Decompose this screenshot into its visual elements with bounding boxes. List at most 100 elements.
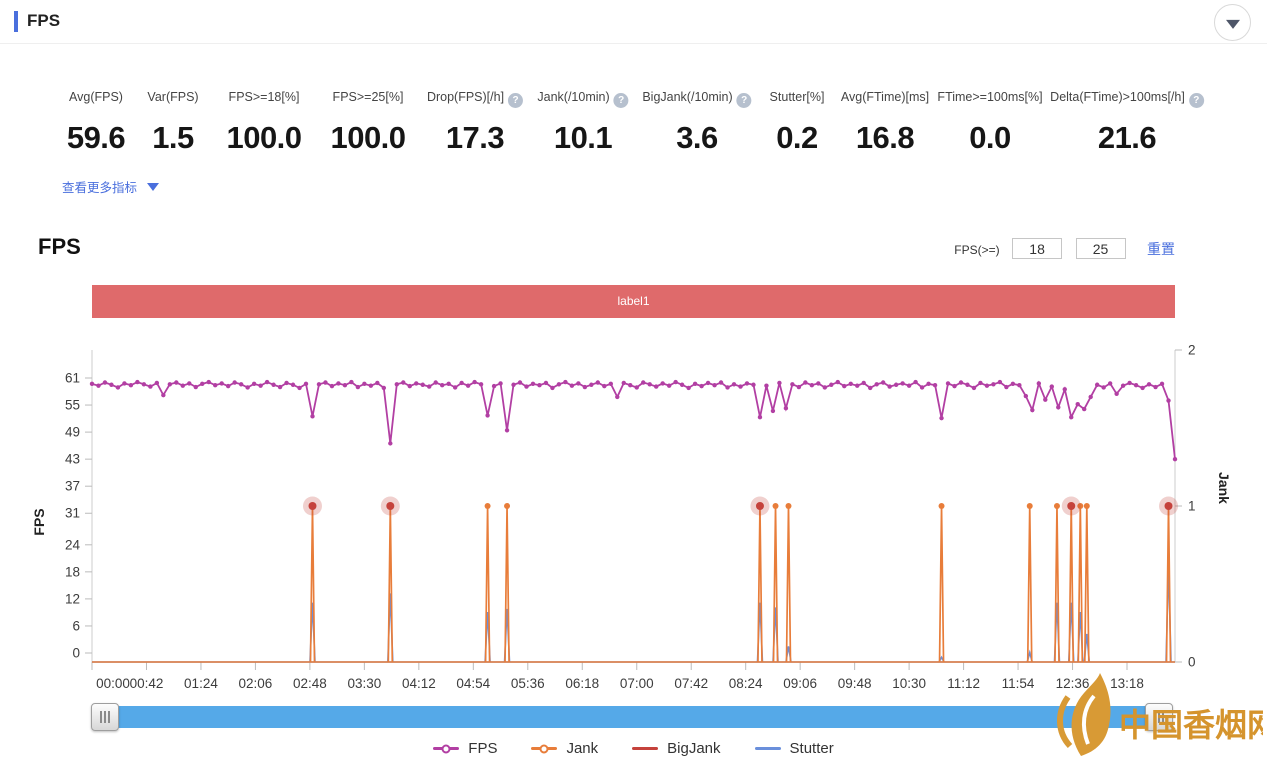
metric-value: 0.2: [770, 120, 825, 156]
metric-value: 100.0: [226, 120, 301, 156]
help-icon[interactable]: ?: [737, 93, 752, 108]
svg-text:08:24: 08:24: [729, 676, 763, 691]
svg-text:10:30: 10:30: [892, 676, 926, 691]
fps-chart[interactable]: 06121824313743495561012FPSJank00:0000:42…: [0, 330, 1267, 695]
jank-series-marker-icon: [531, 747, 557, 750]
collapse-panel-button[interactable]: [1214, 4, 1251, 41]
metric-item: Avg(FPS) 59.6: [67, 88, 125, 156]
metric-item: Drop(FPS)[/h]? 17.3: [427, 88, 523, 156]
help-icon[interactable]: ?: [614, 93, 629, 108]
help-icon[interactable]: ?: [508, 93, 523, 108]
legend-label: Jank: [566, 740, 598, 757]
legend-label: FPS: [468, 740, 497, 757]
svg-text:11:54: 11:54: [1002, 676, 1035, 691]
metric-value: 100.0: [330, 120, 405, 156]
metric-label: Avg(FPS): [67, 88, 125, 106]
chevron-down-icon: [147, 183, 159, 191]
metric-item: FTime>=100ms[%] 0.0: [937, 88, 1042, 156]
metric-label: Jank(/10min)?: [537, 88, 628, 106]
metric-value: 3.6: [642, 120, 751, 156]
metric-value: 16.8: [841, 120, 929, 156]
svg-text:6: 6: [72, 618, 80, 633]
svg-text:04:12: 04:12: [402, 676, 436, 691]
svg-text:01:24: 01:24: [184, 676, 218, 691]
svg-text:04:54: 04:54: [456, 676, 490, 691]
svg-text:09:48: 09:48: [838, 676, 872, 691]
fps-threshold-filter: FPS(>=) 重置: [954, 238, 1175, 260]
svg-text:1: 1: [1188, 499, 1196, 514]
svg-text:FPS: FPS: [31, 508, 47, 535]
svg-text:09:06: 09:06: [783, 676, 817, 691]
svg-text:02:06: 02:06: [239, 676, 273, 691]
svg-text:2: 2: [1188, 343, 1196, 358]
legend-item-fps[interactable]: FPS: [433, 740, 497, 757]
metric-item: FPS>=25[%] 100.0: [330, 88, 405, 156]
metric-label: FTime>=100ms[%]: [937, 88, 1042, 106]
svg-text:18: 18: [65, 564, 80, 579]
svg-text:00:00: 00:00: [96, 676, 130, 691]
grip-icon: [104, 711, 106, 723]
metric-label: Avg(FTime)[ms]: [841, 88, 929, 106]
fps-threshold-input-1[interactable]: [1012, 238, 1062, 259]
view-more-metrics-link[interactable]: 查看更多指标: [62, 177, 159, 196]
legend-item-bigjank[interactable]: BigJank: [632, 740, 720, 757]
fps-chart-svg: 06121824313743495561012FPSJank00:0000:42…: [0, 330, 1267, 695]
metric-value: 59.6: [67, 120, 125, 156]
chart-scrollbar-left-handle[interactable]: [91, 703, 119, 731]
chart-scrollbar-track[interactable]: [92, 706, 1172, 728]
fps-threshold-label: FPS(>=): [954, 243, 999, 257]
svg-text:24: 24: [65, 537, 81, 552]
svg-text:11:12: 11:12: [947, 676, 980, 691]
legend-item-stutter[interactable]: Stutter: [755, 740, 834, 757]
legend-label: Stutter: [790, 740, 834, 757]
metric-label: FPS>=25[%]: [330, 88, 405, 106]
metric-value: 0.0: [937, 120, 1042, 156]
header: FPS: [0, 0, 1267, 44]
metric-value: 10.1: [537, 120, 628, 156]
svg-text:0: 0: [1188, 655, 1196, 670]
svg-text:Jank: Jank: [1216, 472, 1232, 504]
chevron-down-icon: [1226, 19, 1240, 28]
legend-item-jank[interactable]: Jank: [531, 740, 598, 757]
chart-section-title: FPS: [38, 234, 81, 260]
svg-text:61: 61: [65, 371, 80, 386]
metric-label: FPS>=18[%]: [226, 88, 301, 106]
stutter-series-marker-icon: [755, 747, 781, 750]
metric-value: 21.6: [1050, 120, 1204, 156]
svg-text:13:18: 13:18: [1110, 676, 1144, 691]
metrics-row: Avg(FPS)59.6Var(FPS)1.5FPS>=18[%]100.0FP…: [0, 88, 1267, 178]
fps-series-marker-icon: [433, 747, 459, 750]
metric-item: Delta(FTime)>100ms[/h]?21.6: [1050, 88, 1204, 156]
metric-item: FPS>=18[%] 100.0: [226, 88, 301, 156]
svg-text:06:18: 06:18: [565, 676, 599, 691]
svg-text:00:42: 00:42: [130, 676, 164, 691]
metric-item: Avg(FTime)[ms] 16.8: [841, 88, 929, 156]
annotation-band-label: label1: [92, 294, 1175, 308]
fps-threshold-input-2[interactable]: [1076, 238, 1126, 259]
reset-link[interactable]: 重置: [1147, 241, 1175, 257]
svg-text:55: 55: [65, 398, 80, 413]
svg-text:07:00: 07:00: [620, 676, 654, 691]
metric-value: 1.5: [147, 120, 198, 156]
legend-label: BigJank: [667, 740, 720, 757]
view-more-metrics-label: 查看更多指标: [62, 181, 137, 195]
svg-text:02:48: 02:48: [293, 676, 327, 691]
metric-label: BigJank(/10min)?: [642, 88, 751, 106]
svg-text:12:36: 12:36: [1056, 676, 1090, 691]
metric-item: Stutter[%] 0.2: [770, 88, 825, 156]
fps-report-page: FPS Avg(FPS)59.6Var(FPS)1.5FPS>=18[%]100…: [0, 0, 1267, 767]
page-title: FPS: [27, 11, 60, 31]
annotation-band: label1: [92, 285, 1175, 318]
metric-label: Drop(FPS)[/h]?: [427, 88, 523, 106]
svg-text:37: 37: [65, 479, 80, 494]
svg-text:07:42: 07:42: [674, 676, 708, 691]
svg-text:31: 31: [65, 506, 80, 521]
metric-value: 17.3: [427, 120, 523, 156]
metric-item: Jank(/10min)? 10.1: [537, 88, 628, 156]
chart-scrollbar-right-handle[interactable]: [1145, 703, 1173, 731]
metric-label: Var(FPS): [147, 88, 198, 106]
svg-text:12: 12: [65, 591, 80, 606]
header-accent-bar: [14, 11, 18, 32]
metric-label: Stutter[%]: [770, 88, 825, 106]
help-icon[interactable]: ?: [1189, 93, 1204, 108]
